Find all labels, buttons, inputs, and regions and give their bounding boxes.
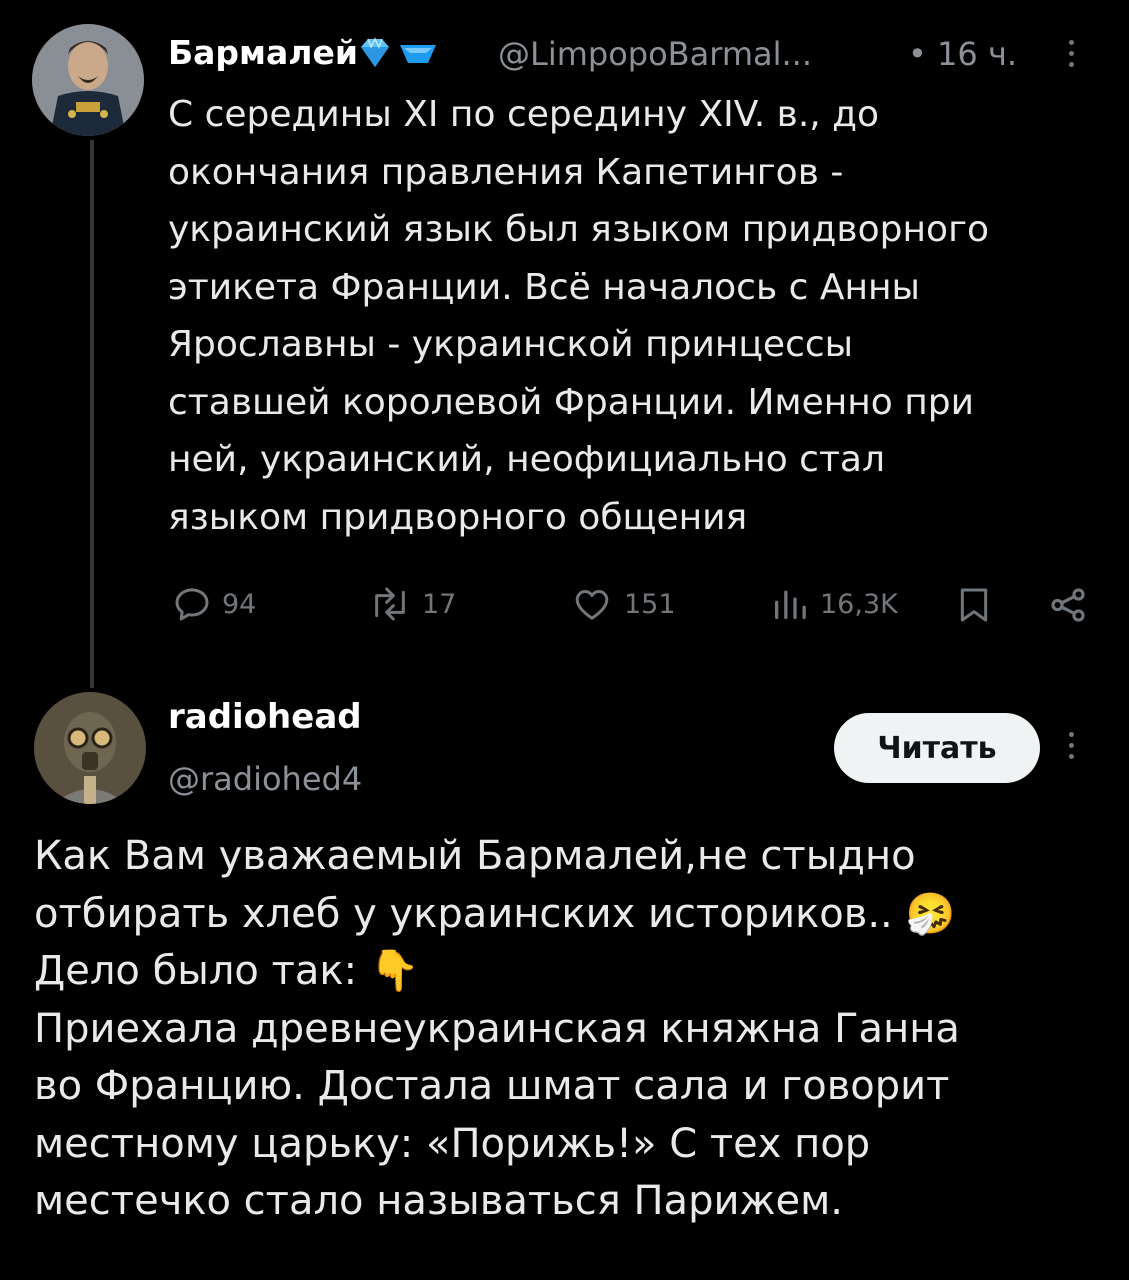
reply-button[interactable]: 94: [172, 584, 256, 624]
post-text-line: С середины XI по середину XIV. в., до: [168, 94, 880, 135]
pointing-down-icon: 👇: [369, 948, 420, 994]
reply-text-line-with-emoji: отбирать хлеб у украинских историков.. 🤧: [34, 886, 1094, 944]
post-author-name[interactable]: Бармалей: [168, 33, 358, 72]
bookmark-icon[interactable]: [954, 584, 994, 630]
reply-text-line: местному царьку: «Порижь!» С тех пор: [34, 1120, 871, 1167]
reply-text-line-with-emoji: Дело было так: 👇: [34, 943, 1094, 1001]
post-timestamp[interactable]: • 16 ч.: [908, 35, 1017, 73]
like-count: 151: [624, 588, 676, 620]
like-button[interactable]: 151: [570, 584, 676, 624]
avatar-radiohead[interactable]: [34, 692, 146, 804]
post-text-line: этикета Франции. Всё началось с Анны: [168, 266, 920, 308]
post-text-line: окончания правления Капетингов -: [168, 151, 844, 193]
verified-diamond-icon: [357, 36, 393, 74]
post-text-line: ставшей королевой Франции. Именно при: [168, 381, 975, 423]
reply-text-line: во Францию. Достала шмат сала и говорит: [34, 1063, 950, 1109]
post-text-line: Ярославны - украинской принцессы: [168, 324, 854, 365]
repost-icon: [375, 587, 405, 621]
reply-text-line: Дело было так:: [34, 948, 358, 994]
post-author-handle[interactable]: @LimpopoBarmal...: [498, 35, 812, 73]
thread-line: [90, 140, 94, 688]
avatar-barmaley[interactable]: [32, 24, 144, 136]
share-icon[interactable]: [1046, 584, 1090, 630]
more-icon[interactable]: [1069, 40, 1074, 67]
post-text-line: языком придворного общения: [168, 496, 748, 538]
reply-author-handle[interactable]: @radiohed4: [168, 760, 362, 798]
sneezing-face-icon: 🤧: [905, 890, 956, 937]
repost-button[interactable]: 17: [368, 584, 456, 624]
views-count: 16,3K: [820, 588, 898, 620]
views-button[interactable]: 16,3K: [770, 584, 898, 624]
repost-count: 17: [422, 588, 457, 620]
reply-text-line: местечко стало называться Парижем.: [34, 1178, 843, 1224]
reply-text-line: Приехала древнеукраинская княжна Ганна: [34, 1005, 960, 1052]
reply-text-line: Как Вам уважаемый Бармалей,не стыдно: [34, 833, 916, 879]
post-text-line: украинский язык был языком придворного: [168, 209, 990, 250]
reply-text-line: отбирать хлеб у украинских историков..: [34, 890, 893, 937]
views-icon: [775, 590, 806, 619]
post-text-line: ней, украинский, неофициально стал: [168, 439, 885, 480]
reply-author-name[interactable]: radiohead: [168, 697, 362, 737]
post-text: С середины XI по середину XIV. в., до ок…: [168, 86, 1098, 546]
more-icon[interactable]: [1069, 732, 1074, 759]
reply-icon: [175, 588, 209, 621]
subscriber-badge-icon: [398, 42, 438, 70]
reply-text: Как Вам уважаемый Бармалей,не стыдно отб…: [34, 828, 1094, 1231]
reply-count: 94: [222, 588, 257, 620]
like-icon: [575, 590, 609, 620]
follow-button[interactable]: Читать: [834, 713, 1040, 783]
